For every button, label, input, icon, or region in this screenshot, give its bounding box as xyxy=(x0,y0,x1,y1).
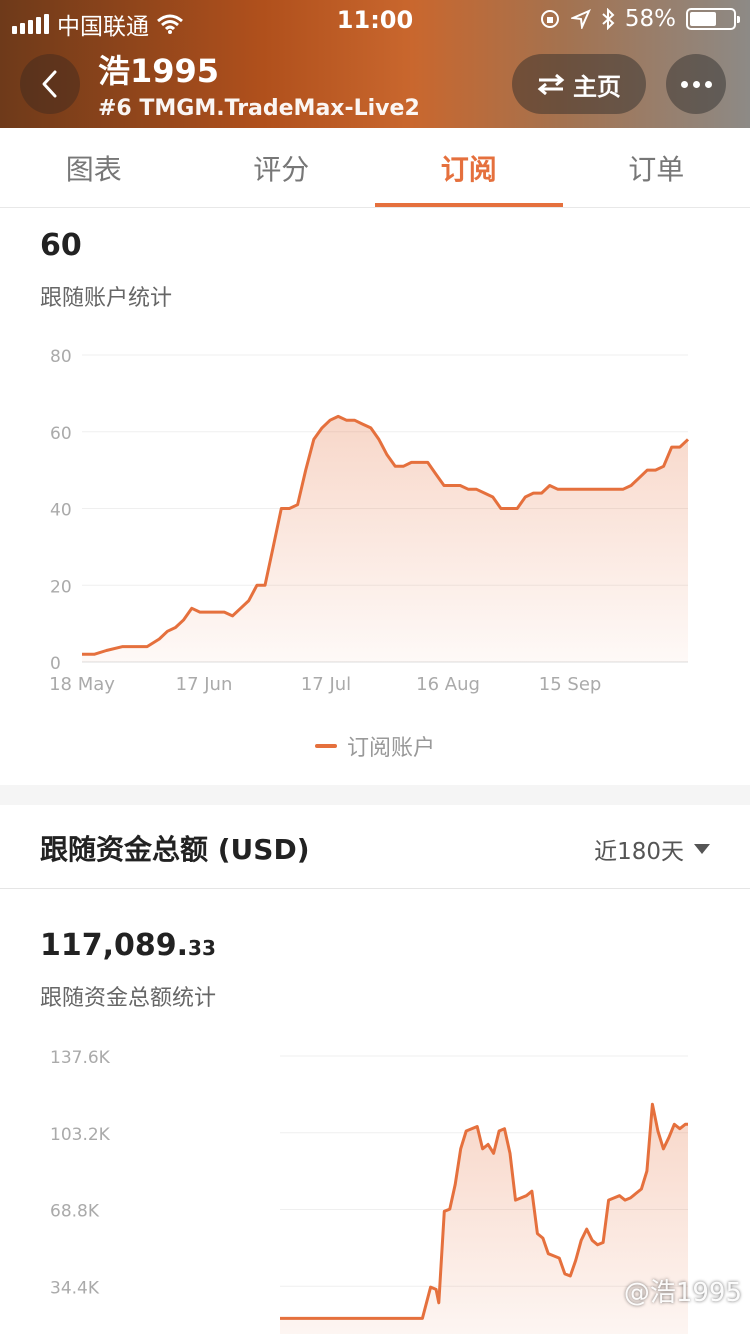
chart-legend: 订阅账户 xyxy=(0,730,750,762)
back-button[interactable] xyxy=(20,54,80,114)
location-icon xyxy=(570,9,591,29)
account-name: 浩1995 xyxy=(98,52,220,90)
section-divider xyxy=(0,785,750,805)
y-tick-label: 137.6K xyxy=(50,1048,111,1068)
legend-swatch xyxy=(314,744,337,748)
y-tick-label: 40 xyxy=(50,501,72,521)
y-tick-label: 80 xyxy=(50,347,72,367)
x-tick-label: 17 Jun xyxy=(176,674,233,695)
y-tick-label: 0 xyxy=(50,654,61,674)
home-button-label: 主页 xyxy=(573,72,621,101)
tab-orders[interactable]: 订单 xyxy=(563,128,750,207)
y-tick-label: 103.2K xyxy=(50,1125,111,1145)
funds-amount-decimal: 33 xyxy=(188,936,216,960)
more-dots-icon xyxy=(680,80,688,88)
period-label: 近180天 xyxy=(594,839,684,865)
x-tick-label: 15 Sep xyxy=(539,674,602,695)
x-tick-label: 17 Jul xyxy=(301,674,351,695)
bluetooth-icon xyxy=(602,8,615,30)
tab-bar: 图表 评分 订阅 订单 xyxy=(0,128,750,208)
followers-chart: 0 20 40 60 80 18 May 17 Jun 17 Jul 16 Aug 15 Sep xyxy=(49,347,690,695)
funds-section-title: 跟随资金总额 (USD) xyxy=(40,833,310,866)
more-button[interactable] xyxy=(666,54,726,114)
signal-icon xyxy=(12,14,49,34)
wifi-icon xyxy=(157,14,183,34)
period-dropdown[interactable]: 近180天 xyxy=(594,832,710,866)
account-server: #6 TMGM.TradeMax-Live2 xyxy=(98,96,420,121)
swap-icon xyxy=(537,73,565,95)
home-button[interactable]: 主页 xyxy=(512,54,646,114)
account-header: 中国联通 11:00 58% 浩1995 #6 TMGM.TradeMax-Li… xyxy=(0,0,750,128)
chevron-left-icon xyxy=(42,70,57,98)
funds-caption: 跟随资金总额统计 xyxy=(40,986,217,1011)
status-bar: 中国联通 11:00 58% xyxy=(0,0,750,42)
battery-icon xyxy=(686,8,740,30)
follower-count: 60 xyxy=(40,228,82,263)
x-tick-label: 18 May xyxy=(49,674,115,695)
follower-caption: 跟随账户统计 xyxy=(40,286,173,311)
orientation-lock-icon xyxy=(540,10,559,28)
tab-subscription[interactable]: 订阅 xyxy=(375,128,563,207)
carrier-label: 中国联通 xyxy=(57,14,149,40)
account-title-block: 浩1995 #6 TMGM.TradeMax-Live2 xyxy=(98,46,420,121)
funds-amount: 117,089.33 xyxy=(40,928,216,963)
tab-chart[interactable]: 图表 xyxy=(0,128,188,207)
y-tick-label: 60 xyxy=(50,424,72,444)
caret-down-icon xyxy=(694,844,710,854)
y-tick-label: 68.8K xyxy=(50,1202,100,1222)
y-tick-label: 34.4K xyxy=(50,1278,100,1298)
y-tick-label: 20 xyxy=(50,577,72,597)
legend-label: 订阅账户 xyxy=(346,736,435,761)
watermark: @浩1995 xyxy=(623,1278,742,1308)
section-divider-line xyxy=(0,888,750,889)
tab-rating[interactable]: 评分 xyxy=(188,128,376,207)
funds-amount-integer: 117,089. xyxy=(40,928,189,963)
x-tick-label: 16 Aug xyxy=(416,674,480,695)
battery-percent: 58% xyxy=(624,6,676,32)
